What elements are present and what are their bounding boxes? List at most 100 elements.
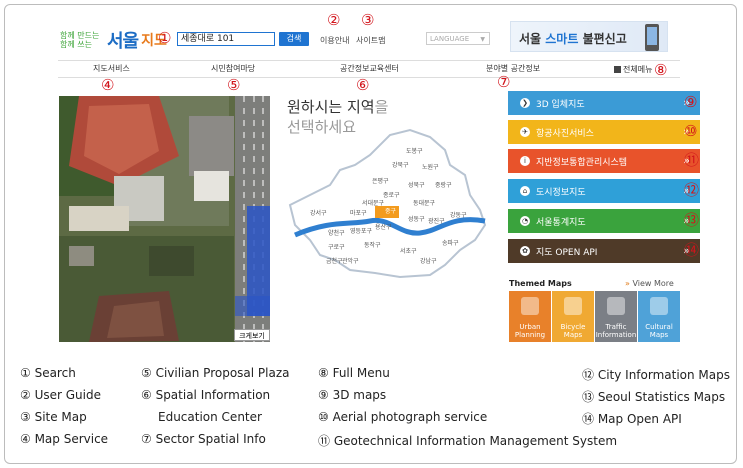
district-label[interactable]: 서초구 — [400, 247, 417, 255]
nav-sector-info[interactable]: 분야별 공간정보 — [486, 63, 540, 74]
district-label[interactable]: 중구 — [385, 208, 397, 215]
district-label[interactable]: 용산구 — [375, 223, 392, 231]
district-label[interactable]: 관악구 — [342, 257, 359, 265]
callout-12: ⑫ — [684, 181, 700, 199]
service-label: 도시정보지도 — [536, 187, 586, 198]
service-button[interactable]: i 지반정보통합관리시스템» — [508, 149, 700, 173]
site-map-link[interactable]: 사이트맵 — [356, 35, 385, 46]
callout-9: ⑨ — [684, 93, 698, 111]
user-guide-link[interactable]: 이용안내 — [320, 35, 349, 46]
district-label[interactable]: 강북구 — [392, 161, 409, 169]
district-label[interactable]: 마포구 — [350, 209, 367, 217]
aerial-photo[interactable] — [59, 96, 270, 342]
language-label: LANGUAGE — [430, 35, 470, 43]
callout-6: ⑥ — [356, 76, 370, 94]
district-label[interactable]: 중랑구 — [435, 182, 452, 189]
district-label[interactable]: 동대문구 — [413, 199, 436, 207]
map-thumbnail-icon — [607, 297, 625, 315]
legend-item: ⑤ Civilian Proposal Plaza — [141, 366, 290, 380]
legend-item: ⑭ Map Open API — [582, 412, 682, 426]
themed-map-tile[interactable]: Cultural Maps — [638, 291, 680, 342]
legend-item: ⑬ Seoul Statistics Maps — [582, 390, 726, 404]
callout-10: ⑩ — [684, 122, 698, 140]
search-button[interactable]: 검색 — [279, 32, 309, 46]
map-thumbnail-icon — [564, 297, 582, 315]
district-label[interactable]: 서대문구 — [362, 199, 385, 207]
district-label[interactable]: 광진구 — [428, 217, 445, 225]
phone-icon — [645, 24, 659, 51]
legend-item: ③ Site Map — [20, 410, 87, 424]
district-label[interactable]: 성동구 — [408, 215, 425, 223]
banner-text: 서울 스마트 불편신고 — [519, 32, 627, 46]
themed-map-tile[interactable]: Urban Planning — [509, 291, 551, 342]
district-label[interactable]: 도봉구 — [406, 147, 423, 155]
callout-1: ① — [158, 29, 172, 47]
callout-13: ⑬ — [684, 211, 700, 229]
nav-map-service[interactable]: 지도서비스 — [93, 63, 130, 74]
legend-item: ② User Guide — [20, 388, 101, 402]
district-label[interactable]: 영등포구 — [350, 227, 373, 235]
district-label[interactable]: 강남구 — [420, 257, 437, 265]
search-input[interactable]: 세종대로 101 — [177, 32, 275, 46]
themed-map-label: Bicycle Maps — [560, 323, 586, 339]
map-thumbnail-icon — [521, 297, 539, 315]
legend-item: ① Search — [20, 366, 76, 380]
service-button[interactable]: ◔ 서울통계지도» — [508, 209, 700, 233]
legend-item: ⑥ Spatial Information — [141, 388, 271, 402]
district-label[interactable]: 금천구 — [326, 257, 343, 265]
nav-civilian-plaza[interactable]: 시민참여마당 — [211, 63, 255, 74]
themed-maps-title: Themed Maps — [509, 279, 572, 288]
logo-seoul: 서울 — [107, 31, 139, 52]
legend-item: ⑫ City Information Maps — [582, 368, 731, 382]
enlarge-button[interactable]: 크게보기 — [234, 329, 270, 341]
view-more-link[interactable]: » View More — [625, 279, 674, 288]
smart-report-banner[interactable]: 서울 스마트 불편신고 — [510, 21, 668, 52]
themed-map-tile[interactable]: Traffic Information — [595, 291, 637, 342]
service-label: 항공사진서비스 — [536, 128, 594, 139]
seoul-district-map[interactable]: 도봉구강북구 노원구성북구 중랑구 은평구종로구동대문구 서대문구중구성동구 광진구 강서구… — [280, 125, 502, 285]
chevron-down-icon: ▼ — [480, 36, 485, 43]
callout-4: ④ — [101, 76, 115, 94]
district-label[interactable]: 양천구 — [328, 229, 345, 237]
nav-education-center[interactable]: 공간정보교육센터 — [340, 63, 399, 74]
map-thumbnail-icon — [650, 297, 668, 315]
district-label[interactable]: 종로구 — [383, 192, 400, 199]
district-label[interactable]: 동작구 — [364, 242, 381, 249]
legend-item: Education Center — [158, 410, 262, 424]
language-select[interactable]: LANGUAGE ▼ — [426, 32, 490, 45]
district-label[interactable]: 성북구 — [408, 181, 425, 189]
service-button[interactable]: ✈ 항공사진서비스» — [508, 120, 700, 144]
district-label[interactable]: 구로구 — [328, 244, 345, 251]
callout-11: ⑪ — [684, 151, 700, 169]
3d-icon: ❯ — [520, 98, 530, 108]
themed-map-tile[interactable]: Bicycle Maps — [552, 291, 594, 342]
legend-item: ⑪ Geotechnical Information Management Sy… — [318, 434, 618, 448]
full-menu-button[interactable]: 전체메뉴 — [614, 64, 652, 75]
info-icon: i — [520, 156, 530, 166]
callout-2: ② — [327, 11, 341, 29]
legend-item: ④ Map Service — [20, 432, 109, 446]
service-button[interactable]: ⌂ 도시정보지도» — [508, 179, 700, 203]
callout-14: ⑭ — [684, 241, 700, 259]
service-button[interactable]: ❯ 3D 입체지도» — [508, 91, 700, 115]
district-label[interactable]: 은평구 — [372, 177, 389, 185]
house-icon: ⌂ — [520, 186, 530, 196]
service-label: 3D 입체지도 — [536, 99, 585, 110]
full-menu-label: 전체메뉴 — [623, 65, 653, 74]
district-label[interactable]: 노원구 — [422, 163, 439, 171]
callout-3: ③ — [361, 11, 375, 29]
aerial-photo-image — [59, 96, 270, 342]
service-label: 서울통계지도 — [536, 217, 586, 228]
callout-7: ⑦ — [497, 73, 511, 91]
service-button[interactable]: ✿ 지도 OPEN API» — [508, 239, 700, 263]
district-label[interactable]: 강서구 — [310, 209, 327, 217]
service-label: 지도 OPEN API — [536, 247, 598, 258]
district-label[interactable]: 송파구 — [442, 239, 459, 247]
logo-slogan: 함께 만드는 함께 쓰는 — [60, 31, 100, 49]
site-logo[interactable]: 함께 만드는 함께 쓰는 서울 지도 — [60, 27, 167, 53]
themed-map-label: Cultural Maps — [645, 323, 673, 339]
main-nav: 지도서비스 시민참여마당 공간정보교육센터 분야별 공간정보 — [58, 60, 680, 78]
api-icon: ✿ — [520, 246, 530, 256]
district-label[interactable]: 강동구 — [450, 211, 467, 219]
themed-map-label: Traffic Information — [595, 323, 637, 339]
